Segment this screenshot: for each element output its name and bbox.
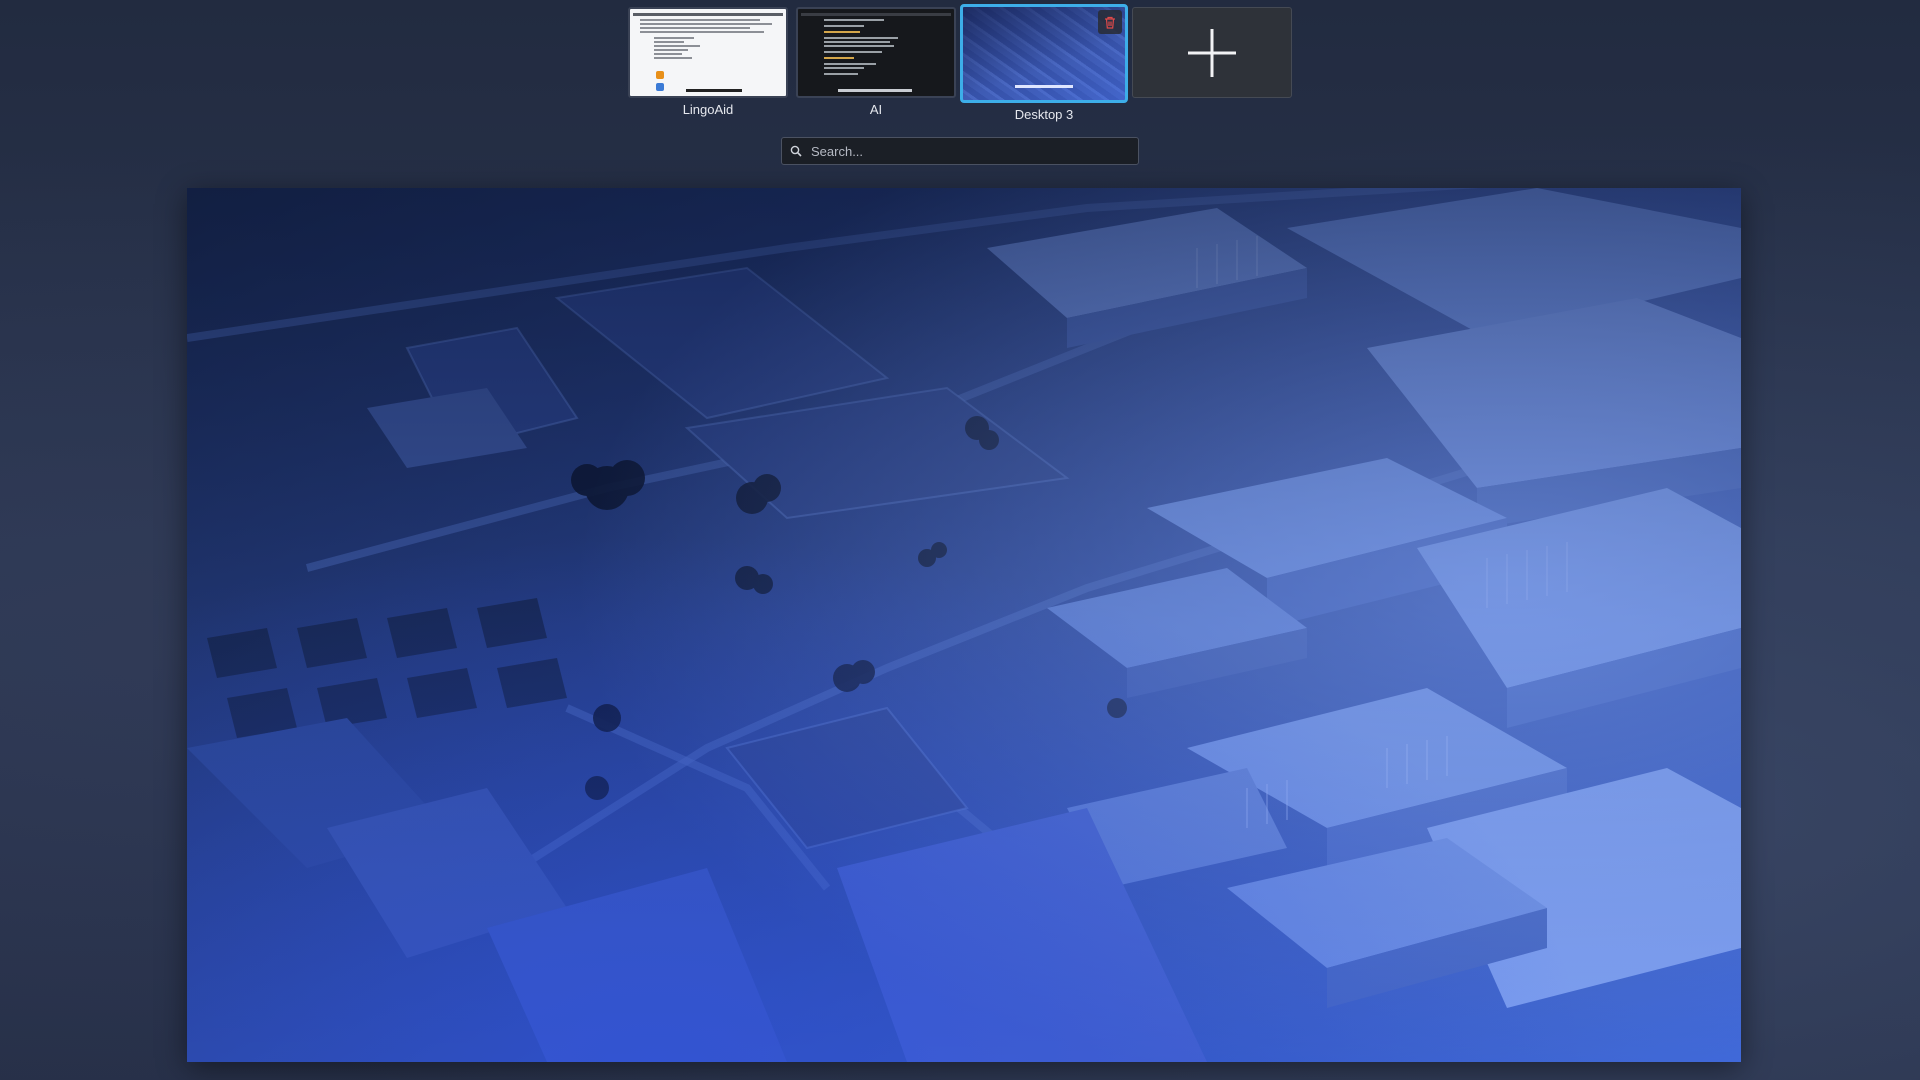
plus-icon bbox=[1188, 28, 1236, 77]
desktop-thumbnail-ai[interactable]: AI bbox=[796, 7, 956, 122]
desktop-preview-lingoaid[interactable] bbox=[628, 7, 788, 98]
desktop-preview-desktop-3[interactable] bbox=[960, 4, 1128, 103]
desktop-label: Desktop 3 bbox=[1014, 107, 1074, 122]
desktop-thumbnail-lingoaid[interactable]: LingoAid bbox=[628, 7, 788, 122]
virtual-desktop-bar: LingoAid AI Desktop 3 bbox=[628, 4, 1292, 122]
desktop-thumbnail-desktop-3[interactable]: Desktop 3 bbox=[960, 4, 1128, 122]
desktop-wallpaper-preview[interactable] bbox=[187, 188, 1741, 1062]
wallpaper-image bbox=[187, 188, 1741, 1062]
add-desktop-button[interactable] bbox=[1132, 7, 1292, 98]
search-icon bbox=[790, 145, 802, 157]
search-input[interactable] bbox=[809, 142, 1138, 160]
search-field[interactable] bbox=[781, 137, 1139, 165]
desktop-preview-ai[interactable] bbox=[796, 7, 956, 98]
trash-icon bbox=[1105, 16, 1115, 29]
remove-desktop-button[interactable] bbox=[1098, 10, 1122, 34]
desktop-label: AI bbox=[869, 102, 883, 117]
desktop-label: LingoAid bbox=[682, 102, 734, 117]
